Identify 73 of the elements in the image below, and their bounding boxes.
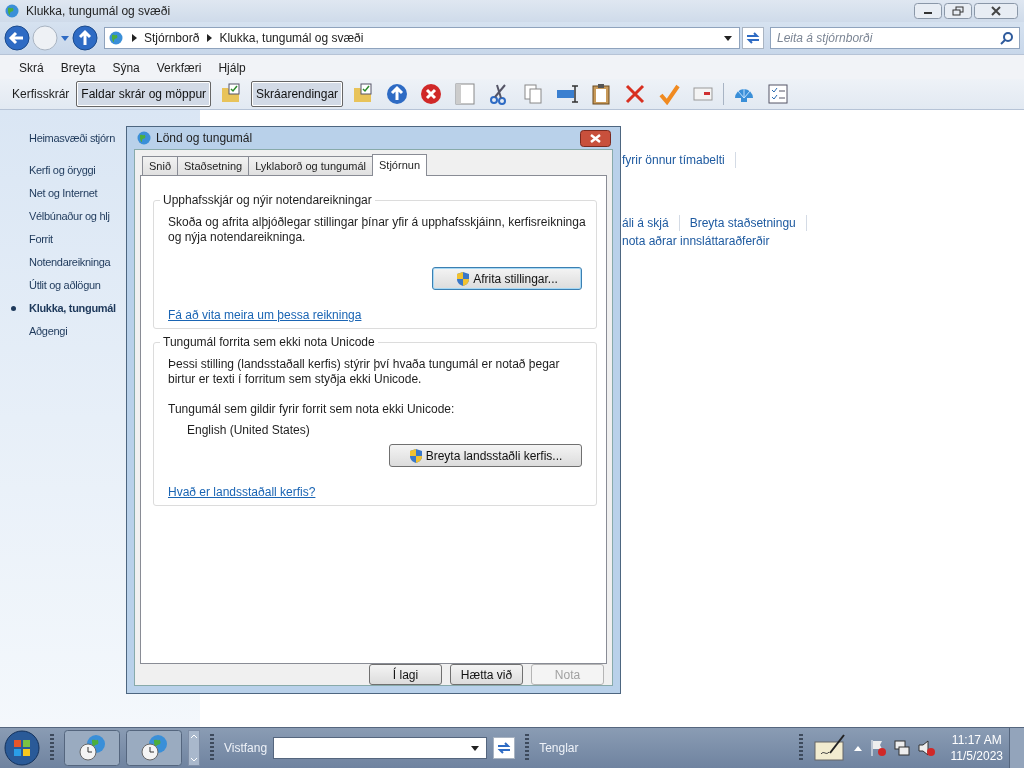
restore-button[interactable]	[944, 3, 972, 19]
refresh-button[interactable]	[742, 27, 764, 49]
dialog-button[interactable]: Hætta við	[450, 664, 523, 685]
scroll-arrows-icon[interactable]	[188, 730, 200, 766]
help-link[interactable]: Fá að vita meira um þessa reikninga	[168, 308, 362, 322]
tab[interactable]: Snið	[142, 156, 179, 175]
dropdown-arrow-icon[interactable]	[470, 744, 481, 752]
toolbar-label: Tenglar	[539, 741, 579, 755]
caret-icon[interactable]	[852, 744, 863, 752]
folder-icon[interactable]	[352, 83, 375, 105]
back-button[interactable]	[4, 25, 30, 51]
rename-icon[interactable]	[556, 83, 579, 105]
checkmark-icon[interactable]	[658, 83, 681, 105]
link[interactable]: nota aðrar innsláttaraðferðir	[622, 234, 770, 248]
breadcrumb-item[interactable]: Klukka, tungumál og svæði	[219, 31, 364, 45]
menu-item[interactable]: Skrá	[19, 61, 44, 75]
cross-icon[interactable]	[624, 83, 647, 105]
breadcrumb-item[interactable]: Stjórnborð	[144, 31, 200, 45]
pen-tablet-icon[interactable]	[812, 734, 847, 762]
group-title: Tungumál forrita sem ekki nota Unicode	[160, 335, 378, 349]
dialog-button[interactable]: Í lagi	[369, 664, 442, 685]
close-button[interactable]	[974, 3, 1018, 19]
folder-icon[interactable]	[220, 83, 243, 105]
address-field[interactable]: Stjórnborð Klukka, tungumál og svæði	[104, 27, 740, 49]
close-button[interactable]	[580, 129, 611, 147]
menu-item[interactable]: Breyta	[60, 61, 96, 75]
shield-icon	[408, 447, 423, 464]
shield-icon	[456, 270, 471, 287]
clock-date[interactable]: 11/5/2023	[950, 748, 1003, 764]
minimize-button[interactable]	[914, 3, 942, 19]
start-button[interactable]	[4, 730, 40, 766]
help-link[interactable]: Hvað er landsstaðall kerfis?	[168, 485, 316, 499]
delete-icon[interactable]	[420, 83, 443, 105]
clipboard-icon[interactable]	[590, 83, 613, 105]
chevron-icon[interactable]	[205, 33, 214, 43]
toggle-button[interactable]: Skráarendingar	[251, 81, 344, 107]
toggle-button[interactable]: Faldar skrár og möppur	[76, 81, 212, 107]
search-icon[interactable]	[1000, 31, 1014, 45]
description-text: Skoða og afrita alþjóðlegar stillingar þínar yfir á upphafsskjáinn, kerfisreikninga og nýja notendareikninga.	[168, 215, 586, 245]
shield-button[interactable]: Afrita stillingar...	[432, 267, 582, 290]
link[interactable]: áli á skjá	[622, 216, 669, 230]
shield-button[interactable]: Breyta landsstaðli kerfis...	[389, 444, 582, 467]
menu-item[interactable]: Hjálp	[218, 61, 246, 75]
address-field[interactable]	[273, 737, 488, 759]
network-icon[interactable]	[892, 739, 911, 757]
globe-icon	[4, 3, 20, 19]
flag-icon[interactable]	[868, 739, 887, 757]
search-field[interactable]: Leita á stjórnborði	[770, 27, 1020, 49]
dropdown-arrow-icon[interactable]	[723, 34, 733, 42]
field-label: Tungumál sem gildir fyrir forrit sem nota ekki Unicode:	[168, 402, 456, 416]
up-button[interactable]	[72, 25, 98, 51]
go-button[interactable]	[493, 737, 516, 759]
link[interactable]: fyrir önnur tímabelti	[622, 153, 725, 167]
description-text: Þessi stilling (landsstaðall kerfis) stýrir því hvaða tungumál er notað þegar birtur er texti í forritum sem styðja ekki Unicode.	[168, 357, 561, 387]
dialog-title: Lönd og tungumál	[156, 131, 253, 145]
chevron-icon[interactable]	[130, 33, 138, 43]
volume-muted-icon[interactable]	[916, 739, 935, 757]
menu-item[interactable]: Verkfæri	[156, 61, 202, 75]
window-title: Klukka, tungumál og svæði	[26, 4, 172, 18]
menu-item[interactable]: Sýna	[112, 61, 140, 75]
tab[interactable]: Staðsetning	[177, 156, 250, 175]
checklist-icon[interactable]	[767, 83, 790, 105]
taskbar-button[interactable]	[126, 730, 182, 766]
toolbar-label: Vistfang	[224, 741, 268, 755]
tab[interactable]: Lyklaborð og tungumál	[248, 156, 374, 175]
taskbar-button[interactable]	[64, 730, 120, 766]
locale-value: English (United States)	[187, 423, 311, 437]
toolbar-label: Kerfisskrár	[12, 87, 70, 101]
link[interactable]: Breyta staðsetningu	[689, 216, 796, 230]
globe-icon	[136, 130, 152, 146]
tab[interactable]: Stjórnun	[372, 154, 427, 176]
globe-icon	[108, 30, 124, 46]
group-title: Upphafsskjár og nýir notendareikningar	[160, 193, 375, 207]
